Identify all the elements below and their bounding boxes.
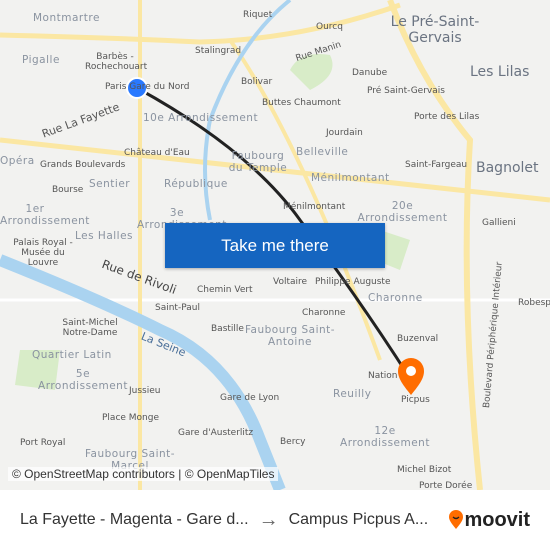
map-label: Saint-Fargeau bbox=[405, 160, 468, 170]
district-label: 12e Arrondissement bbox=[340, 425, 430, 449]
map-label: Pré Saint-Gervais bbox=[367, 86, 445, 96]
route-summary-bar: La Fayette - Magenta - Gare d... → Campu… bbox=[0, 490, 550, 550]
map-label: Sentier bbox=[89, 178, 131, 190]
map-label: Saint-Paul bbox=[155, 303, 200, 313]
map-label: Port Royal bbox=[20, 438, 66, 448]
town-label: Les Lilas bbox=[470, 64, 530, 80]
district-label: Faubourg du Temple bbox=[228, 150, 288, 174]
map-label: Jourdain bbox=[326, 128, 363, 138]
take-me-there-button[interactable]: Take me there bbox=[165, 223, 385, 268]
map-label: Buzenval bbox=[397, 334, 439, 344]
map-label: Grands Boulevards bbox=[40, 160, 126, 170]
district-label: 20e Arrondissement bbox=[357, 200, 448, 224]
arrow-right-icon: → bbox=[258, 508, 279, 531]
map-label: Stalingrad bbox=[195, 46, 242, 56]
map-label: Ménilmontant bbox=[311, 172, 390, 184]
map-label: Voltaire bbox=[273, 277, 308, 287]
map-label: Bastille bbox=[211, 324, 244, 334]
map-label: Reuilly bbox=[333, 388, 372, 400]
map-attribution[interactable]: © OpenStreetMap contributors | © OpenMap… bbox=[8, 467, 279, 481]
map-label: Bercy bbox=[280, 437, 306, 447]
map-label: Jussieu bbox=[129, 386, 161, 396]
map-label: Gare d'Austerlitz bbox=[178, 428, 254, 438]
district-label: Charonne bbox=[368, 292, 423, 304]
map-label: Michel Bizot bbox=[397, 465, 452, 475]
map-label: Chemin Vert bbox=[197, 285, 253, 295]
moovit-pin-icon bbox=[449, 510, 464, 529]
district-label: 1er Arrondissement bbox=[0, 203, 90, 227]
map-label: Pigalle bbox=[22, 54, 60, 66]
map-label: Paris Gare du Nord bbox=[105, 82, 190, 92]
brand-name: moovit bbox=[464, 508, 530, 531]
map-label: Riquet bbox=[243, 10, 273, 20]
map-label: Belleville bbox=[296, 146, 349, 158]
map-label: Porte Dorée bbox=[419, 481, 473, 490]
district-label: Faubourg Saint-Antoine bbox=[244, 324, 336, 348]
map-label: Bourse bbox=[52, 185, 84, 195]
map-label: Ourcq bbox=[316, 22, 343, 32]
map-label: Bolivar bbox=[241, 77, 273, 87]
district-label: Les Halles bbox=[75, 230, 134, 242]
map-label: Opéra bbox=[0, 155, 35, 167]
map-label: Porte des Lilas bbox=[414, 112, 480, 122]
map-label: Philippe Auguste bbox=[315, 277, 391, 287]
map-label: Place Monge bbox=[102, 413, 160, 423]
district-label: Quartier Latin bbox=[32, 349, 112, 361]
town-label: Le Pré-Saint-Gervais bbox=[390, 14, 480, 46]
map-label: Ménilmontant bbox=[283, 202, 346, 212]
map-label: Barbès - Rochechouart bbox=[85, 52, 148, 72]
map-label: Gare de Lyon bbox=[220, 393, 280, 403]
moovit-logo[interactable]: moovit bbox=[448, 509, 530, 532]
map-label: Gallieni bbox=[482, 218, 516, 228]
map-label: Montmartre bbox=[33, 12, 100, 24]
origin-name: La Fayette - Magenta - Gare d... bbox=[20, 511, 249, 528]
town-label: Bagnolet bbox=[476, 160, 539, 176]
map-label: Danube bbox=[352, 68, 388, 78]
map-label: Nation bbox=[368, 371, 398, 381]
destination-name: Campus Picpus A... bbox=[288, 511, 429, 528]
map-label: Saint-Michel Notre-Dame bbox=[62, 318, 118, 338]
map-label: Picpus bbox=[401, 395, 430, 405]
map-label: Robespierre bbox=[518, 298, 550, 308]
map-label: Palais Royal - Musée du Louvre bbox=[13, 238, 73, 268]
destination-marker bbox=[398, 358, 424, 395]
map[interactable]: Montmartre Pigalle Barbès - Rochechouart… bbox=[0, 0, 550, 490]
map-label: République bbox=[164, 178, 228, 190]
district-label: 5e Arrondissement bbox=[38, 368, 128, 392]
map-label: Charonne bbox=[302, 308, 346, 318]
map-label: Buttes Chaumont bbox=[262, 98, 341, 108]
map-label: Château d'Eau bbox=[124, 148, 190, 158]
district-label: 10e Arrondissement bbox=[143, 112, 259, 124]
